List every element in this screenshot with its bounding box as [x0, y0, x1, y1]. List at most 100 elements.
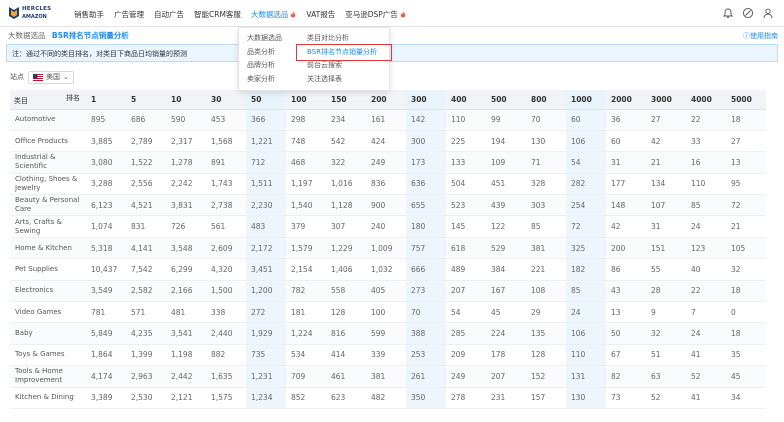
- help-circle-icon[interactable]: [742, 7, 754, 19]
- sales-value-cell: 131: [566, 365, 606, 388]
- sales-value-cell: 180: [406, 215, 446, 238]
- sales-value-cell: 424: [366, 130, 406, 153]
- sales-value-cell: 24: [686, 322, 726, 345]
- sales-value-cell: 52: [686, 365, 726, 388]
- rank-column-header: 5000: [726, 90, 766, 110]
- dropdown-menu-item[interactable]: 关注选择表: [307, 73, 377, 87]
- table-row: Arts, Crafts & Sewing 1,074 831 726 561 483 37…: [10, 215, 766, 238]
- sales-value-cell: 7: [686, 301, 726, 324]
- table-row: Office Products 3,885 2,789 2,317 1,568 1,221…: [10, 130, 766, 153]
- bell-icon[interactable]: [722, 7, 734, 19]
- sales-value-cell: 18: [726, 109, 766, 131]
- sales-value-cell: 10,437: [86, 258, 126, 281]
- nav-item-0[interactable]: 销售助手: [74, 9, 104, 20]
- breadcrumb-parent[interactable]: 大数据选品: [8, 31, 46, 40]
- logo-brand-text: HERCLES: [22, 6, 52, 12]
- breadcrumb-current: BSR排名节点销量分析: [51, 31, 129, 40]
- sales-value-cell: 414: [326, 344, 366, 367]
- sales-value-cell: 27: [726, 130, 766, 153]
- nav-item-5[interactable]: VAT报告: [306, 9, 335, 20]
- category-cell: Tools & Home Improvement: [10, 365, 86, 388]
- sales-value-cell: 7,542: [126, 258, 166, 281]
- dropdown-menu-item[interactable]: 品类分析: [247, 46, 282, 60]
- sales-value-cell: 504: [446, 173, 486, 196]
- sales-value-cell: 177: [606, 173, 646, 196]
- sales-value-cell: 152: [526, 365, 566, 388]
- sales-value-cell: 225: [446, 130, 486, 153]
- nav-item-4[interactable]: 大数据选品: [251, 9, 297, 20]
- sales-value-cell: 483: [246, 215, 286, 238]
- sales-value-cell: 253: [406, 344, 446, 367]
- sales-value-cell: 105: [726, 237, 766, 260]
- sales-value-cell: 261: [406, 365, 446, 388]
- category-cell: Pet Supplies: [10, 258, 86, 281]
- table-row: Pet Supplies 10,437 7,542 6,299 4,320 3,451 2,…: [10, 258, 766, 281]
- sales-value-cell: 18: [726, 280, 766, 303]
- sales-value-cell: 542: [326, 130, 366, 153]
- sales-value-cell: 221: [526, 258, 566, 281]
- sales-value-cell: 618: [446, 237, 486, 260]
- sales-value-cell: 2,166: [166, 280, 206, 303]
- main-nav: 销售助手 广告管理 自动广告 智能CRM客服 大数据选品 VAT报告 亚马逊DSP广告: [74, 9, 416, 20]
- sales-value-cell: 405: [366, 280, 406, 303]
- sales-value-cell: 70: [406, 301, 446, 324]
- sales-value-cell: 529: [486, 237, 526, 260]
- sales-value-cell: 24: [686, 215, 726, 238]
- sales-value-cell: 379: [286, 215, 326, 238]
- sales-value-cell: 72: [726, 194, 766, 217]
- sales-value-cell: 55: [646, 258, 686, 281]
- sales-value-cell: 303: [526, 194, 566, 217]
- user-icon[interactable]: [762, 7, 774, 19]
- nav-item-label: 销售助手: [74, 10, 104, 19]
- sales-value-cell: 2,440: [206, 322, 246, 345]
- nav-item-1[interactable]: 广告管理: [114, 9, 144, 20]
- dropdown-menu-item[interactable]: 品牌分析: [247, 59, 282, 73]
- sales-value-cell: 151: [646, 237, 686, 260]
- sales-value-cell: 63: [646, 365, 686, 388]
- dropdown-menu-item[interactable]: 前台云搜索: [307, 59, 377, 73]
- dropdown-menu-item[interactable]: 卖家分析: [247, 73, 282, 87]
- sales-value-cell: 254: [566, 194, 606, 217]
- notice-bar: 注：通过不同的类目排名，对类目下商品日均销量的预测: [6, 44, 778, 62]
- sales-value-cell: 4,320: [206, 258, 246, 281]
- sales-value-cell: 2,609: [206, 237, 246, 260]
- sales-value-cell: 666: [406, 258, 446, 281]
- sales-value-cell: 82: [606, 365, 646, 388]
- help-guide-link[interactable]: ⓘ使用指南: [743, 31, 778, 41]
- sales-value-cell: 0: [726, 301, 766, 324]
- sales-value-cell: 33: [686, 130, 726, 153]
- category-cell: Clothing, Shoes & Jewelry: [10, 173, 86, 196]
- sales-value-cell: 1,009: [366, 237, 406, 260]
- rank-column-header: 50: [246, 90, 286, 110]
- nav-item-label: 广告管理: [114, 10, 144, 19]
- sales-value-cell: 461: [326, 365, 366, 388]
- sales-value-cell: 1,406: [326, 258, 366, 281]
- sales-value-cell: 106: [566, 322, 606, 345]
- sales-value-cell: 6,123: [86, 194, 126, 217]
- site-select[interactable]: 美国 ⌄: [28, 70, 74, 84]
- sales-value-cell: 45: [726, 365, 766, 388]
- nav-item-2[interactable]: 自动广告: [154, 9, 184, 20]
- sales-value-cell: 339: [366, 344, 406, 367]
- sales-value-cell: 67: [606, 344, 646, 367]
- sales-value-cell: 489: [446, 258, 486, 281]
- sales-value-cell: 29: [526, 301, 566, 324]
- sales-value-cell: 173: [406, 151, 446, 174]
- sales-value-cell: 50: [606, 322, 646, 345]
- hot-flame-icon: [291, 11, 296, 18]
- sales-value-cell: 384: [486, 258, 526, 281]
- nav-item-3[interactable]: 智能CRM客服: [194, 9, 241, 20]
- sales-value-cell: 338: [206, 301, 246, 324]
- table-corner-header: 排名 类目: [10, 90, 86, 110]
- app-logo[interactable]: HERCLES AMAZON: [8, 5, 54, 23]
- sales-value-cell: 3,288: [86, 173, 126, 196]
- sales-value-cell: 95: [726, 173, 766, 196]
- rank-column-header: 3000: [646, 90, 686, 110]
- dropdown-menu-item[interactable]: 大数据选品: [247, 32, 282, 46]
- sales-value-cell: 1,198: [166, 344, 206, 367]
- sales-value-cell: 282: [566, 173, 606, 196]
- nav-item-6[interactable]: 亚马逊DSP广告: [345, 9, 406, 20]
- sales-value-cell: 1,568: [206, 130, 246, 153]
- table-row: Industrial & Scientific 3,080 1,522 1,278 89…: [10, 151, 766, 174]
- sales-value-cell: 4,141: [126, 237, 166, 260]
